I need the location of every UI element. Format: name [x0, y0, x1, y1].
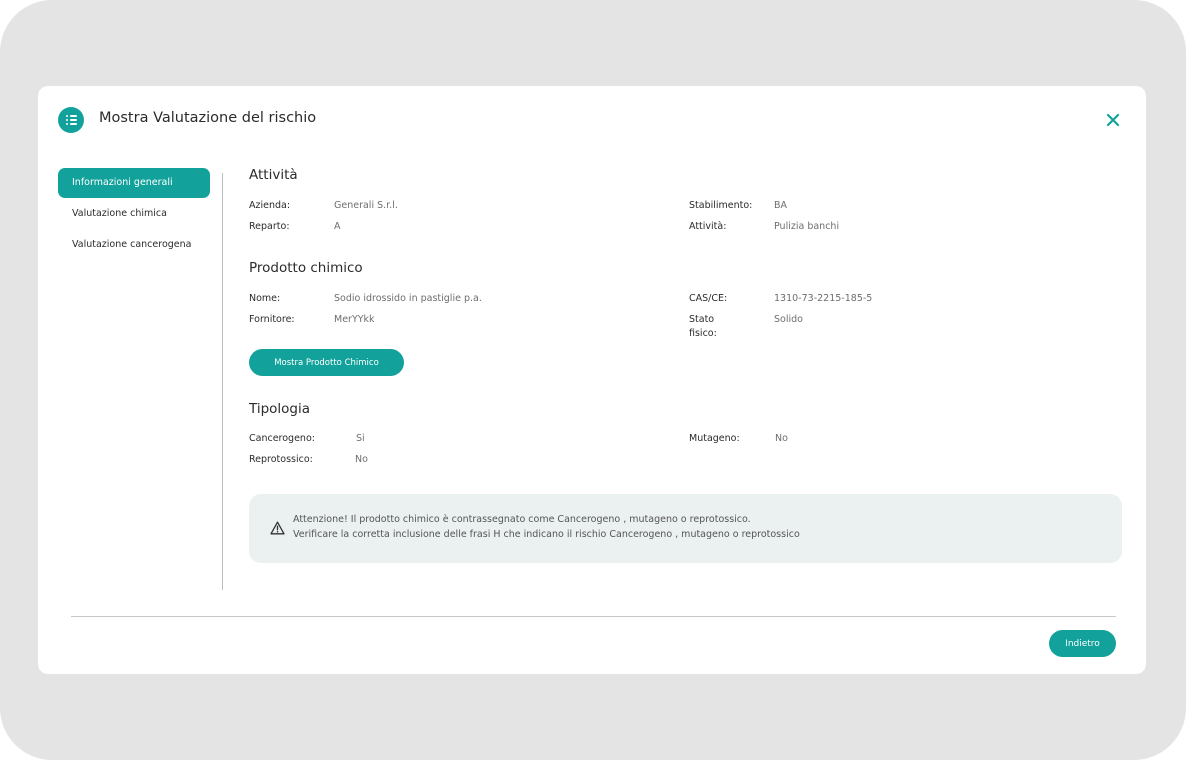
reprotossico-label: Reprotossico:: [249, 454, 313, 465]
risk-assessment-modal: Mostra Valutazione del rischio Informazi…: [38, 86, 1146, 674]
fornitore-value: MerYYkk: [334, 314, 375, 325]
stato-label-line1: Stato: [689, 314, 715, 325]
cas-value: 1310-73-2215-185-5: [774, 293, 873, 304]
azienda-value: Generali S.r.l.: [334, 200, 398, 211]
sidebar-item-informazioni-generali[interactable]: Informazioni generali: [58, 168, 210, 198]
warning-icon: [270, 521, 285, 535]
main-content: Attività Azienda: Generali S.r.l. Repart…: [249, 86, 1129, 606]
azienda-label: Azienda:: [249, 200, 291, 211]
list-icon: [58, 107, 84, 133]
stabilimento-value: BA: [774, 200, 788, 211]
reparto-value: A: [334, 221, 341, 232]
sidebar-item-valutazione-cancerogena[interactable]: Valutazione cancerogena: [58, 230, 218, 260]
sidebar-nav: Informazioni generali Valutazione chimic…: [58, 168, 218, 261]
alert-text-line1: Attenzione! Il prodotto chimico è contra…: [293, 514, 751, 525]
vertical-divider: [222, 173, 223, 590]
stabilimento-label: Stabilimento:: [689, 200, 753, 211]
cancerogeno-label: Cancerogeno:: [249, 433, 315, 444]
back-button[interactable]: Indietro: [1049, 630, 1116, 657]
attivita-label: Attività:: [689, 221, 727, 232]
stato-value: Solido: [774, 314, 803, 325]
cas-label: CAS/CE:: [689, 293, 728, 304]
stato-label-line2: fisico:: [689, 328, 717, 339]
mutageno-label: Mutageno:: [689, 433, 740, 444]
nome-label: Nome:: [249, 293, 281, 304]
reparto-label: Reparto:: [249, 221, 290, 232]
warning-alert: Attenzione! Il prodotto chimico è contra…: [249, 494, 1122, 563]
mutageno-value: No: [775, 433, 788, 444]
footer-divider: [71, 616, 1116, 617]
section-title-prodotto-chimico: Prodotto chimico: [249, 260, 363, 276]
attivita-value: Pulizia banchi: [774, 221, 840, 232]
app-frame: Mostra Valutazione del rischio Informazi…: [0, 0, 1186, 760]
reprotossico-value: No: [355, 454, 368, 465]
sidebar-item-valutazione-chimica[interactable]: Valutazione chimica: [58, 199, 218, 229]
mostra-prodotto-chimico-button[interactable]: Mostra Prodotto Chimico: [249, 349, 404, 376]
section-title-attivita: Attività: [249, 167, 298, 183]
nome-value: Sodio idrossido in pastiglie p.a.: [334, 293, 482, 304]
alert-text-line2: Verificare la corretta inclusione delle …: [293, 529, 800, 540]
section-title-tipologia: Tipologia: [249, 401, 311, 417]
fornitore-label: Fornitore:: [249, 314, 295, 325]
cancerogeno-value: Si: [356, 433, 365, 444]
